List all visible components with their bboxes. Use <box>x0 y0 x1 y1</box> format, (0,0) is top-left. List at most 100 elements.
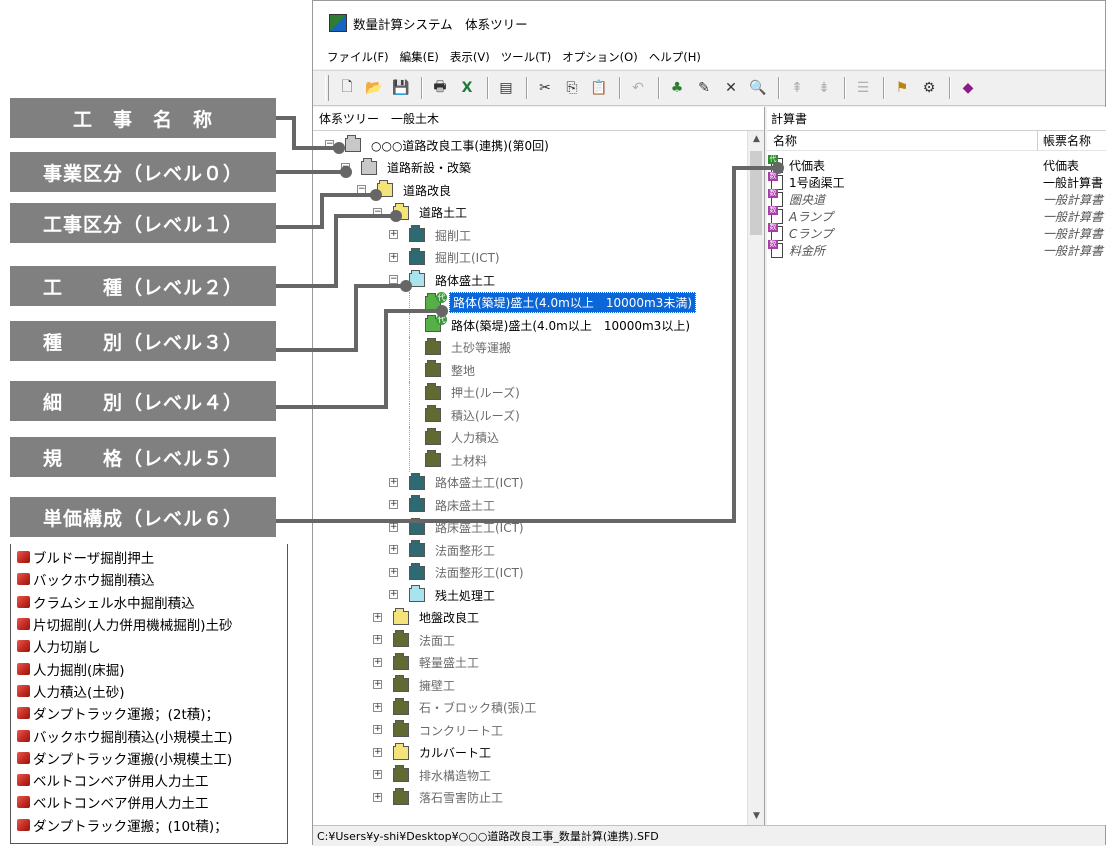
tree-scrollbar[interactable]: ▲ ▼ <box>747 131 764 825</box>
expand-icon[interactable]: + <box>373 612 382 622</box>
tree-node[interactable]: 法面整形工 <box>409 539 497 561</box>
expand-icon[interactable]: + <box>389 500 398 509</box>
tree-node[interactable]: 路体盛土工(ICT) <box>409 472 526 494</box>
tree-node[interactable]: 整地 <box>425 359 477 381</box>
unit-cost-icon <box>17 751 30 764</box>
folder-icon <box>409 585 425 602</box>
copy-icon[interactable]: ⎘ <box>560 76 584 100</box>
tree-node[interactable]: 残土処理工 <box>409 584 497 606</box>
folder-icon <box>425 337 441 355</box>
tree-node[interactable]: 路床盛土工 <box>409 494 497 516</box>
tree-node[interactable]: 道路新設・改築 <box>361 157 473 179</box>
calc-row-form-type: 代価表 <box>1043 158 1080 173</box>
expand-icon[interactable]: + <box>373 680 382 689</box>
undo-icon[interactable]: ↶ <box>626 76 650 100</box>
level-up-icon[interactable]: ⇞ <box>785 76 809 100</box>
list-item-label: 人力積込(土砂) <box>33 684 125 701</box>
expand-icon[interactable]: + <box>373 702 382 712</box>
toolbar-grip[interactable] <box>325 75 329 101</box>
save-icon[interactable]: 💾 <box>389 76 413 100</box>
expand-icon[interactable]: + <box>389 567 398 577</box>
tree-node-label: 押土(ルーズ) <box>451 386 520 400</box>
tree-node[interactable]: 路体(築堤)盛土(4.0m以上 10000m3以上) <box>425 314 692 336</box>
tree-node[interactable]: 土砂等運搬 <box>425 337 513 359</box>
expand-icon[interactable]: + <box>373 792 382 802</box>
collapse-icon[interactable]: − <box>389 275 398 284</box>
paste-icon[interactable]: 📋 <box>587 76 611 100</box>
expand-icon[interactable]: + <box>373 635 382 644</box>
open-icon[interactable]: 📂 <box>362 76 386 100</box>
find-icon[interactable]: 🔍 <box>746 76 770 100</box>
tree-node-label: 積込(ルーズ) <box>451 408 520 423</box>
expand-icon[interactable]: + <box>389 522 398 532</box>
menu-help[interactable]: ヘルプ(H) <box>649 49 701 65</box>
expand-icon[interactable]: + <box>373 657 382 667</box>
connector-line <box>276 170 344 174</box>
tree-node[interactable]: 人力積込 <box>425 427 501 449</box>
tree-node[interactable]: 道路土工 <box>393 202 469 224</box>
scroll-thumb[interactable] <box>750 151 762 235</box>
column-name[interactable]: 名称 <box>773 132 797 149</box>
flag-icon[interactable]: ⚑ <box>890 76 914 100</box>
calc-row[interactable]: 料金所 一般計算書 <box>767 239 1106 260</box>
expand-icon[interactable]: + <box>389 545 398 554</box>
tree-node[interactable]: 法面整形工(ICT) <box>409 562 526 584</box>
tree-icon[interactable]: ♣ <box>665 76 689 100</box>
new-icon[interactable]: 🗋 <box>335 76 359 100</box>
list-item: ダンプトラック運搬(小規模土工) <box>11 747 287 769</box>
tree-node[interactable]: 法面工 <box>393 629 457 651</box>
tree-node[interactable]: 押土(ルーズ) <box>425 382 522 404</box>
tree-node[interactable]: 土材料 <box>425 449 489 471</box>
tree-node[interactable]: 路体(築堤)盛土(4.0m以上 10000m3未満) <box>425 291 696 314</box>
expand-icon[interactable]: + <box>373 747 382 757</box>
expand-icon[interactable]: + <box>373 770 382 779</box>
edit-icon[interactable]: ✎ <box>692 76 716 100</box>
delete-icon[interactable]: ✕ <box>719 76 743 100</box>
print-icon[interactable]: 🖶 <box>428 76 452 100</box>
tree-node-label: 道路新設・改築 <box>387 161 472 175</box>
tree-node[interactable]: 軽量盛土工 <box>393 652 481 674</box>
expand-icon[interactable]: + <box>389 230 398 239</box>
expand-icon[interactable]: + <box>373 725 382 734</box>
tree-node[interactable]: 掘削工 <box>409 224 473 246</box>
tree-node[interactable]: 石・ブロック積(張)工 <box>393 697 538 719</box>
outline-icon[interactable]: ☰ <box>851 76 875 100</box>
level-down-icon[interactable]: ⇟ <box>812 76 836 100</box>
scroll-up-icon[interactable]: ▲ <box>748 131 765 148</box>
tree-node[interactable]: 道路改良 <box>377 179 453 201</box>
folder-icon <box>425 382 441 400</box>
calc-row-name: 代価表 <box>789 158 826 173</box>
tree-node[interactable]: ○○○道路改良工事(連携)(第0回) <box>345 134 551 156</box>
scroll-down-icon[interactable]: ▼ <box>748 808 765 825</box>
tree-node[interactable]: 積込(ルーズ) <box>425 404 522 426</box>
cut-icon[interactable]: ✂ <box>533 76 557 100</box>
tree-node[interactable]: 擁壁工 <box>393 674 457 696</box>
menu-edit[interactable]: 編集(E) <box>400 49 439 65</box>
level-box-project-name: 工 事 名 称 <box>10 98 276 138</box>
menu-options[interactable]: オプション(O) <box>562 49 638 65</box>
calc-row-name: Aランプ <box>789 209 833 224</box>
tree-node[interactable]: 掘削工(ICT) <box>409 247 502 269</box>
tree-node[interactable]: コンクリート工 <box>393 719 505 741</box>
menu-tools[interactable]: ツール(T) <box>501 49 552 65</box>
tree-node[interactable]: 落石雪害防止工 <box>393 787 505 809</box>
column-form-name[interactable]: 帳票名称 <box>1043 132 1091 149</box>
expand-icon[interactable]: + <box>389 590 398 599</box>
config-icon[interactable]: ⚙ <box>917 76 941 100</box>
excel-icon[interactable]: X <box>455 76 479 100</box>
column-divider[interactable] <box>1037 131 1038 151</box>
expand-icon[interactable]: + <box>389 252 398 262</box>
menu-view[interactable]: 表示(V) <box>450 49 490 65</box>
tree-node[interactable]: 路体盛土工 <box>409 269 497 291</box>
menu-file[interactable]: ファイル(F) <box>327 49 389 65</box>
folder-icon <box>425 450 441 467</box>
tree-node[interactable]: 地盤改良工 <box>393 607 481 629</box>
expand-icon[interactable]: + <box>389 477 398 487</box>
book-icon[interactable]: ◆ <box>956 76 980 100</box>
properties-icon[interactable]: ▤ <box>494 76 518 100</box>
tree-node[interactable]: カルバート工 <box>393 742 493 764</box>
connector-line <box>384 309 388 409</box>
calc-column-header: 名称 帳票名称 <box>767 131 1106 151</box>
connector-line <box>276 284 336 288</box>
tree-node[interactable]: 排水構造物工 <box>393 764 493 786</box>
